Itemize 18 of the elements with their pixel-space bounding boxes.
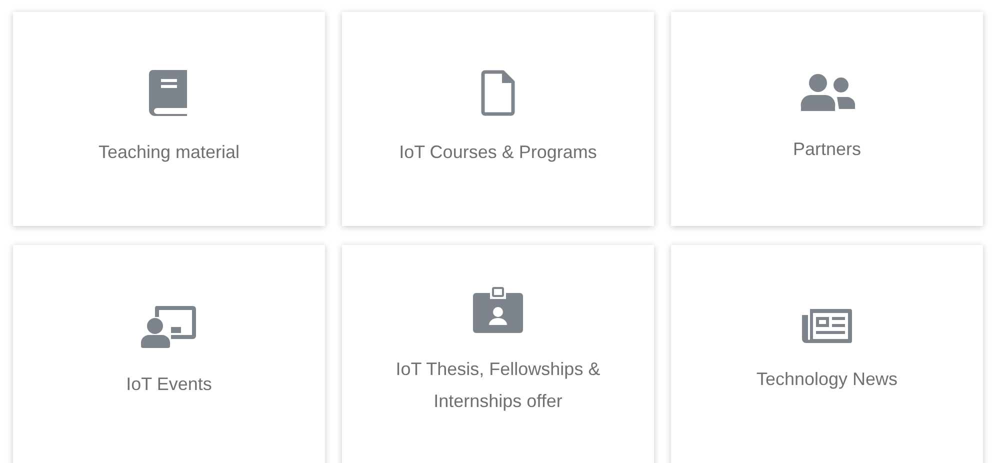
- tile-card[interactable]: Teaching material: [13, 12, 325, 226]
- tile-label: Teaching material: [98, 141, 240, 164]
- id-badge-icon: [473, 287, 523, 333]
- tile-card[interactable]: IoT Thesis, Fellowships & Internships offer: [342, 245, 654, 463]
- tile-label: Partners: [792, 138, 862, 161]
- people-icon: [799, 73, 855, 113]
- presenter-icon: [141, 304, 197, 348]
- tile-label: IoT Thesis, Fellowships & Internships offer: [394, 358, 602, 413]
- tile-card[interactable]: IoT Courses & Programs: [342, 12, 654, 226]
- tile-label: IoT Courses & Programs: [399, 141, 597, 164]
- tile-label: IoT Events: [126, 373, 212, 396]
- newspaper-icon: [802, 309, 852, 343]
- document-icon: [481, 70, 515, 116]
- tile-card[interactable]: Technology News: [671, 245, 983, 463]
- book-icon: [148, 70, 189, 116]
- tile-card[interactable]: Partners: [671, 12, 983, 226]
- tile-label: Technology News: [756, 368, 898, 391]
- tile-card[interactable]: IoT Events: [13, 245, 325, 463]
